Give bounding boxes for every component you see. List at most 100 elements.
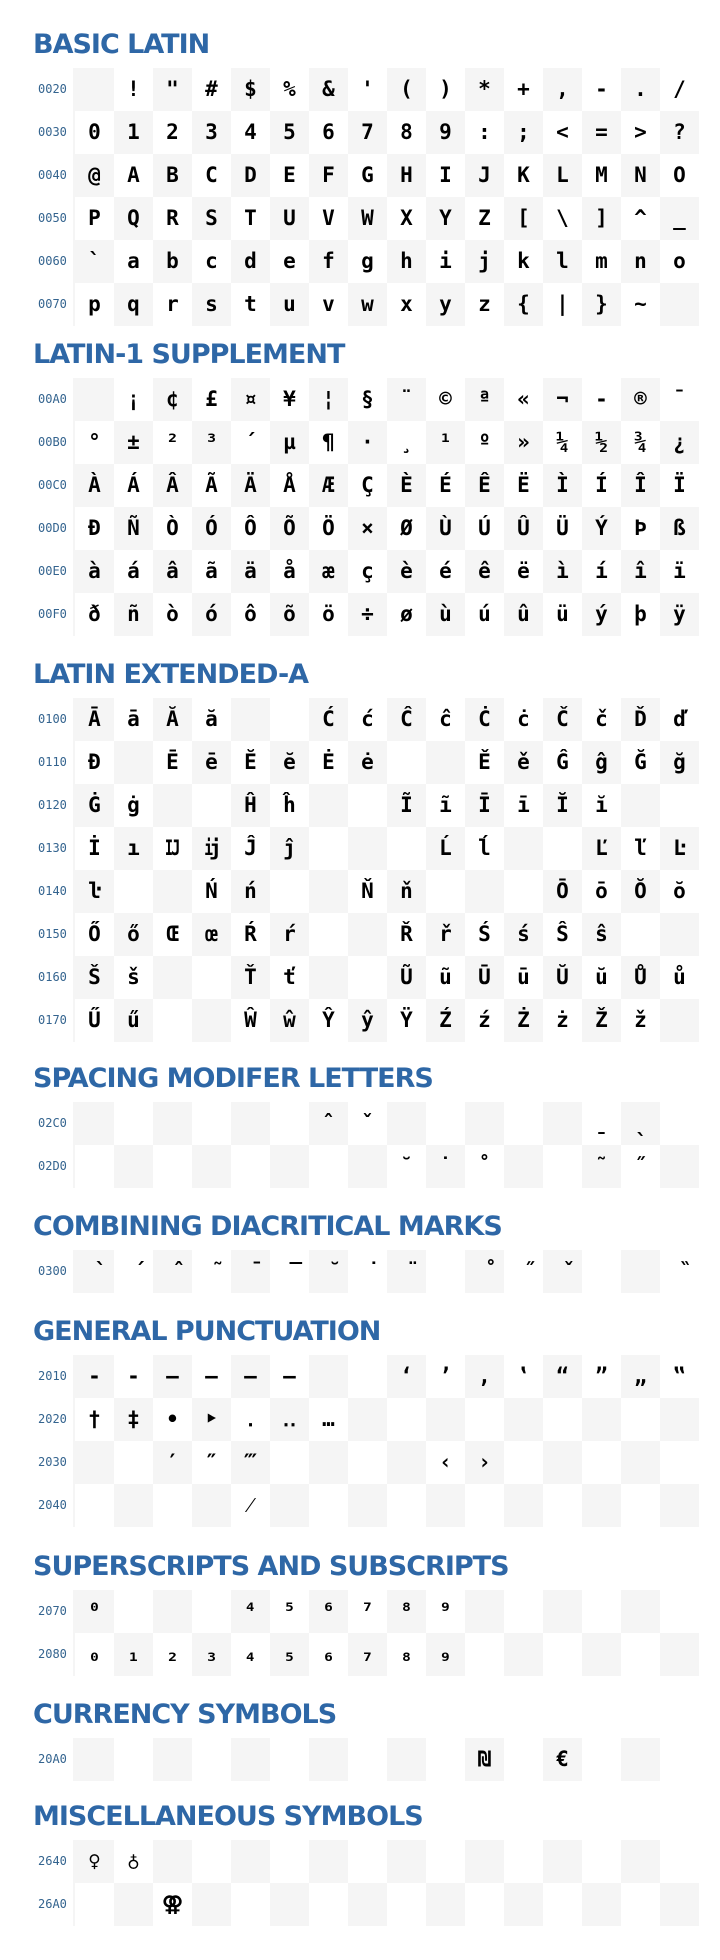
glyph-cell: ť <box>270 956 309 999</box>
glyph-cell <box>75 1738 114 1781</box>
glyph-cell <box>387 1840 426 1883</box>
glyph-cell: q <box>114 283 153 326</box>
glyph-cell <box>309 827 348 870</box>
glyph-cell: ̇ <box>348 1250 387 1293</box>
glyph-row: 0300̀́̂̃̄̅̆̇̈̊̋̌̏ <box>0 1250 720 1293</box>
glyph-cell <box>309 1145 348 1188</box>
glyph-cell: ‒ <box>153 1355 192 1398</box>
glyph-cell: Ė <box>309 741 348 784</box>
glyph-cell: ú <box>465 593 504 636</box>
glyph-cell: ‣ <box>192 1398 231 1441</box>
glyph-cell: ž <box>621 999 660 1042</box>
glyph-cell: ~ <box>621 283 660 326</box>
glyph-cell: ê <box>465 550 504 593</box>
glyph-cell: Ô <box>231 507 270 550</box>
glyph-cell: ⁄ <box>231 1484 270 1527</box>
glyph-cell: ˎ <box>621 1102 660 1145</box>
glyph-cell: Ō <box>543 870 582 913</box>
glyph-cell <box>192 956 231 999</box>
glyph-cell <box>426 1883 465 1926</box>
glyph-cell <box>621 1840 660 1883</box>
glyph-cell: Ð <box>75 507 114 550</box>
glyph-cell: j <box>465 240 504 283</box>
row-codepoint-label: 0120 <box>38 798 67 812</box>
glyph-row: 00F0 ð ñ ò ó ô õ ö ÷ ø ù ú û ü ý þ ÿ <box>0 593 720 636</box>
glyph-row: 0120 Ġġ Ĥĥ Ĩĩ Īī Ĭĭ <box>0 784 720 827</box>
glyph-cell: ů <box>660 956 699 999</box>
glyph-cell <box>348 1484 387 1527</box>
glyph-cell <box>231 1145 270 1188</box>
glyph-cell <box>192 1840 231 1883</box>
glyph-cell: ĕ <box>270 741 309 784</box>
glyph-cell <box>582 1250 621 1293</box>
glyph-cell: } <box>582 283 621 326</box>
glyph-cell <box>660 999 699 1042</box>
row-codepoint-label: 00C0 <box>38 478 67 492</box>
glyph-cell: Ĭ <box>543 784 582 827</box>
glyph-cell <box>231 1102 270 1145</box>
glyph-cell: Ő <box>75 913 114 956</box>
glyph-cell: M <box>582 154 621 197</box>
block-title: BASIC LATIN <box>33 29 210 60</box>
glyph-cell <box>192 1883 231 1926</box>
glyph-cell: ̊ <box>465 1250 504 1293</box>
glyph-cell: ē <box>192 741 231 784</box>
row-codepoint-label: 0160 <box>38 970 67 984</box>
glyph-cell <box>660 1398 699 1441</box>
glyph-cell <box>348 913 387 956</box>
glyph-cell <box>192 1738 231 1781</box>
glyph-cell: Ź <box>426 999 465 1042</box>
glyph-cell <box>153 1145 192 1188</box>
glyph-cell <box>75 1441 114 1484</box>
glyph-cell <box>621 1590 660 1633</box>
glyph-cell: Þ <box>621 507 660 550</box>
glyph-row: 0060 ` a b c d e f g h i j k l m n o <box>0 240 720 283</box>
glyph-cell: ã <box>192 550 231 593</box>
glyph-cell: Ň <box>348 870 387 913</box>
glyph-cell: õ <box>270 593 309 636</box>
glyph-cell: ¸ <box>387 421 426 464</box>
glyph-cell <box>504 1102 543 1145</box>
glyph-cell: Ă <box>153 698 192 741</box>
glyph-cell: † <box>75 1398 114 1441</box>
glyph-cell: + <box>504 68 543 111</box>
glyph-cell: - <box>582 378 621 421</box>
glyph-cell: l <box>543 240 582 283</box>
glyph-cell: ( <box>387 68 426 111</box>
glyph-cell <box>153 1484 192 1527</box>
glyph-cell <box>660 1883 699 1926</box>
glyph-cell: # <box>192 68 231 111</box>
glyph-cell: ‴ <box>231 1441 270 1484</box>
block-title: LATIN EXTENDED-A <box>33 659 309 690</box>
glyph-cell: ō <box>582 870 621 913</box>
glyph-cell: Ű <box>75 999 114 1042</box>
glyph-cell <box>309 1840 348 1883</box>
glyph-cell <box>192 1484 231 1527</box>
glyph-cell: | <box>543 283 582 326</box>
glyph-cell: ½ <box>582 421 621 464</box>
glyph-cell: F <box>309 154 348 197</box>
glyph-cell <box>114 741 153 784</box>
glyph-cell: o <box>660 240 699 283</box>
glyph-cell <box>192 999 231 1042</box>
glyph-cell: ₆ <box>309 1633 348 1676</box>
glyph-cell: ² <box>153 421 192 464</box>
glyph-cell: ó <box>192 593 231 636</box>
glyph-cell <box>387 1441 426 1484</box>
glyph-cell: Z <box>465 197 504 240</box>
glyph-cell: z <box>465 283 504 326</box>
glyph-cell <box>660 1484 699 1527</box>
glyph-cell: É <box>426 464 465 507</box>
glyph-cell <box>504 1484 543 1527</box>
glyph-cell: ˜ <box>582 1145 621 1188</box>
glyph-cell: ⁸ <box>387 1590 426 1633</box>
glyph-cell: % <box>270 68 309 111</box>
glyph-cell: ī <box>504 784 543 827</box>
glyph-cell <box>543 1840 582 1883</box>
glyph-cell: ð <box>75 593 114 636</box>
glyph-cell: ŭ <box>582 956 621 999</box>
glyph-cell: ż <box>543 999 582 1042</box>
glyph-cell: Ö <box>309 507 348 550</box>
glyph-cell <box>543 1633 582 1676</box>
glyph-cell <box>387 827 426 870</box>
